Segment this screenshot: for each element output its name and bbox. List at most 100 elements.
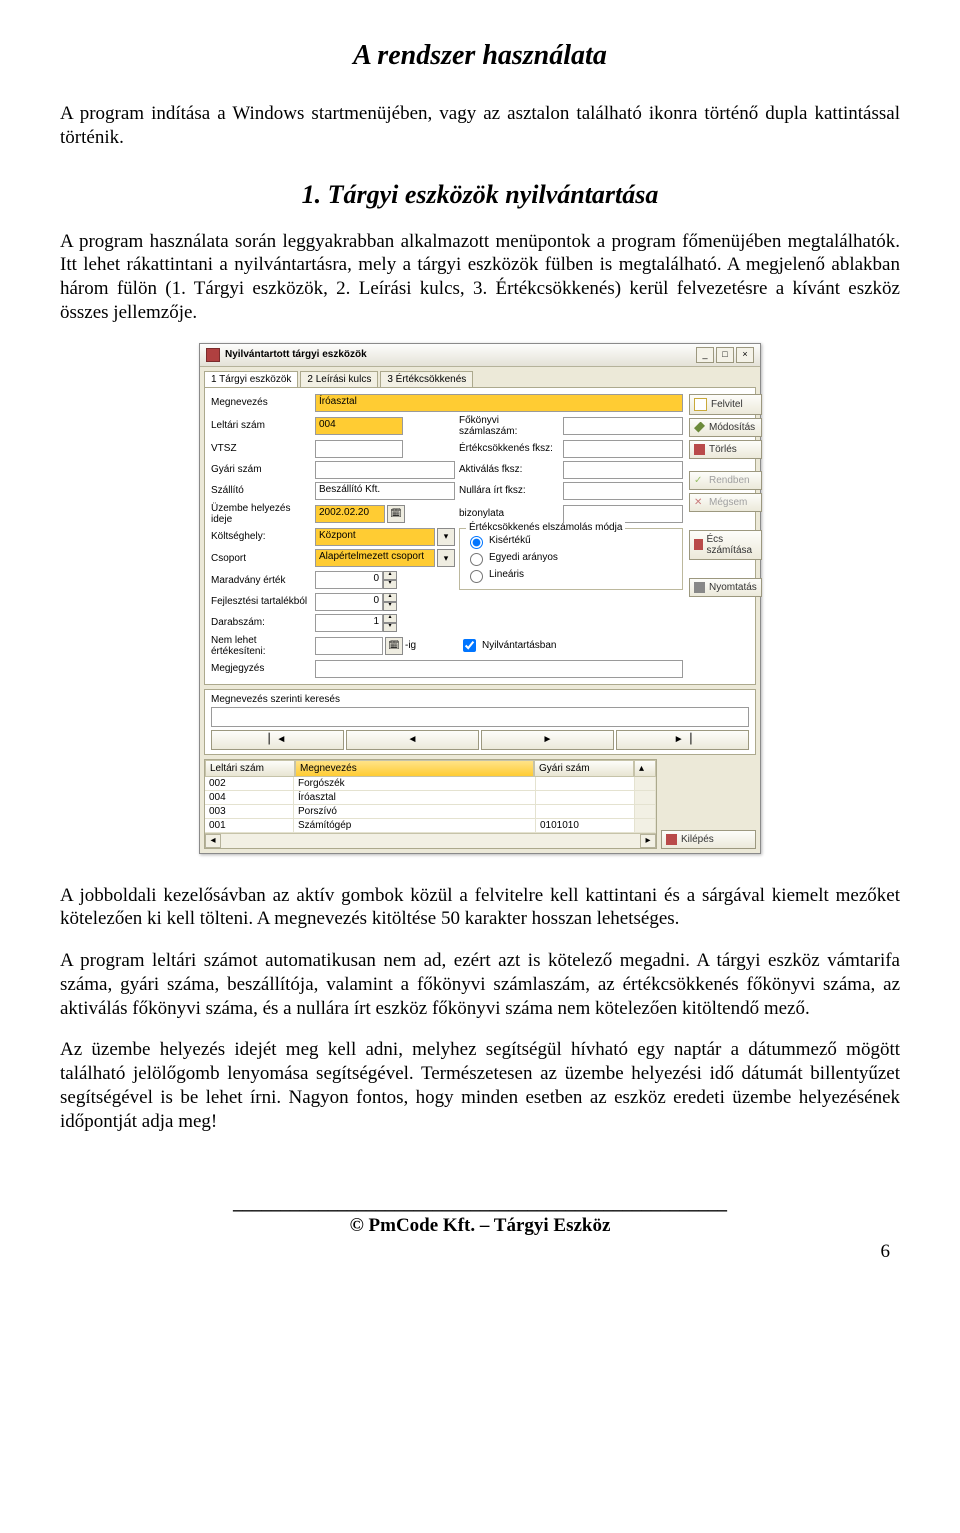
scroll-up-icon[interactable]: ▴ (634, 760, 656, 777)
page-title: A rendszer használata (60, 40, 900, 72)
action-button-panel: Felvitel Módosítás Törlés ✓Rendben ✕Mégs… (689, 394, 762, 678)
input-leltari-szam[interactable]: 004 (315, 417, 403, 435)
nav-last-button[interactable]: ►▕ (616, 730, 749, 750)
app-icon (206, 348, 220, 362)
radio-kiserteku[interactable] (470, 536, 483, 549)
input-fejlesztesi[interactable]: 0 (315, 593, 383, 611)
cell-megnevezes: Forgószék (294, 777, 536, 791)
label-nemlehet: Nem lehet értékesíteni: (211, 635, 311, 657)
label-csoport: Csoport (211, 553, 311, 564)
label-search: Megnevezés szerinti keresés (211, 694, 749, 705)
calendar-icon: 🗓 (390, 508, 401, 519)
cancel-icon: ✕ (694, 497, 705, 508)
nav-next-button[interactable]: ► (481, 730, 614, 750)
select-koltseghely[interactable]: Központ (315, 528, 435, 546)
label-uzembe: Üzembe helyezés ideje (211, 503, 311, 525)
radio-linearis-label: Lineáris (489, 569, 524, 580)
megsem-button[interactable]: ✕Mégsem (689, 493, 762, 512)
cell-leltari: 001 (205, 819, 294, 833)
input-megjegyzes[interactable] (315, 660, 683, 678)
table-row[interactable]: 004Íróasztal (205, 791, 656, 805)
spin-up-maradvany[interactable]: ▴ (383, 571, 397, 580)
input-megnevezes[interactable]: Íróasztal (315, 394, 683, 412)
spin-down-fejlesztesi[interactable]: ▾ (383, 602, 397, 611)
label-leltari: Leltári szám (211, 420, 311, 431)
radio-linearis[interactable] (470, 570, 483, 583)
minimize-button[interactable]: _ (696, 347, 714, 363)
cell-megnevezes: Számítógép (294, 819, 536, 833)
table-header-leltari[interactable]: Leltári szám (205, 760, 295, 777)
window-titlebar: Nyilvántartott tárgyi eszközök _ □ × (200, 344, 760, 367)
close-button[interactable]: × (736, 347, 754, 363)
section-heading: 1. Tárgyi eszközök nyilvántartása (60, 180, 900, 210)
cell-gyari (536, 805, 635, 819)
paragraph-1: A program használata során leggyakrabban… (60, 230, 900, 325)
label-megjegyzes: Megjegyzés (211, 663, 311, 674)
search-input[interactable] (211, 707, 749, 727)
spin-up-darabszam[interactable]: ▴ (383, 614, 397, 623)
radio-egyedi[interactable] (470, 553, 483, 566)
maximize-button[interactable]: □ (716, 347, 734, 363)
scroll-right-icon[interactable]: ▸ (640, 834, 656, 848)
label-aktiv-fksz: Aktiválás fksz: (459, 464, 559, 475)
kilepes-button[interactable]: Kilépés (661, 830, 756, 849)
input-maradvany[interactable]: 0 (315, 571, 383, 589)
exit-icon (666, 834, 677, 845)
select-csoport[interactable]: Alapértelmezett csoport (315, 549, 435, 567)
label-bizonylata: bizonylata (459, 508, 559, 519)
input-szallito[interactable]: Beszállító Kft. (315, 482, 455, 500)
torles-button[interactable]: Törlés (689, 440, 762, 459)
nav-prev-button[interactable]: ◄ (346, 730, 479, 750)
spin-down-maradvany[interactable]: ▾ (383, 580, 397, 589)
input-ertek-fksz[interactable] (563, 440, 683, 458)
input-nullara[interactable] (563, 482, 683, 500)
modositas-button[interactable]: Módosítás (689, 418, 762, 437)
label-ertek-fksz: Értékcsökkenés fksz: (459, 443, 559, 454)
calendar-button-2[interactable]: 🗓 (385, 637, 403, 655)
input-darabszam[interactable]: 1 (315, 614, 383, 632)
input-vtsz[interactable] (315, 440, 403, 458)
paragraph-4: Az üzembe helyezés idejét meg kell adni,… (60, 1038, 900, 1133)
nav-first-button[interactable]: ▏◄ (211, 730, 344, 750)
input-gyari[interactable] (315, 461, 455, 479)
tab-ertekcsokkenes[interactable]: 3 Értékcsökkenés (380, 371, 473, 387)
footer-text: © PmCode Kft. – Tárgyi Eszköz (60, 1215, 900, 1237)
input-bizonylata[interactable] (563, 505, 683, 523)
rendben-button[interactable]: ✓Rendben (689, 471, 762, 490)
table-row[interactable]: 001Számítógép0101010 (205, 819, 656, 833)
ecs-szamitasa-button[interactable]: Écs számítása (689, 530, 762, 560)
table-header-gyari[interactable]: Gyári szám (534, 760, 634, 777)
checkbox-nyilvantartasban[interactable] (463, 639, 476, 652)
label-gyari: Gyári szám (211, 464, 311, 475)
spin-down-darabszam[interactable]: ▾ (383, 623, 397, 632)
table-header-megnevezes[interactable]: Megnevezés (295, 760, 534, 777)
page-number: 6 (60, 1241, 900, 1263)
input-fokonyvi[interactable] (563, 417, 683, 435)
edit-icon (694, 422, 705, 433)
dropdown-koltseghely-icon[interactable]: ▾ (437, 528, 455, 546)
tab-targyi-eszkozok[interactable]: 1 Tárgyi eszközök (204, 371, 298, 387)
calendar-button[interactable]: 🗓 (387, 505, 405, 523)
felvitel-button[interactable]: Felvitel (689, 394, 762, 415)
cell-leltari: 003 (205, 805, 294, 819)
table-row[interactable]: 003Porszívó (205, 805, 656, 819)
horizontal-scrollbar[interactable]: ◂ ▸ (205, 833, 656, 848)
label-szallito: Szállító (211, 485, 311, 496)
calc-icon (694, 539, 703, 550)
nyomtatas-button[interactable]: Nyomtatás (689, 578, 762, 597)
scroll-left-icon[interactable]: ◂ (205, 834, 221, 848)
calendar-icon: 🗓 (388, 640, 399, 651)
ecs-mode-group: Értékcsökkenés elszámolás módja Kisérték… (459, 528, 683, 590)
spin-up-fejlesztesi[interactable]: ▴ (383, 593, 397, 602)
table-row[interactable]: 002Forgószék (205, 777, 656, 791)
tab-leirasi-kulcs[interactable]: 2 Leírási kulcs (300, 371, 378, 387)
input-nemlehet-date[interactable] (315, 637, 383, 655)
cell-leltari: 002 (205, 777, 294, 791)
input-aktiv-fksz[interactable] (563, 461, 683, 479)
new-icon (694, 398, 707, 411)
radio-kiserteku-label: Kisértékű (489, 535, 531, 546)
input-uzembe-date[interactable]: 2002.02.20 (315, 505, 385, 523)
dropdown-csoport-icon[interactable]: ▾ (437, 549, 455, 567)
label-fejlesztesi: Fejlesztési tartalékból (211, 596, 311, 607)
cell-leltari: 004 (205, 791, 294, 805)
